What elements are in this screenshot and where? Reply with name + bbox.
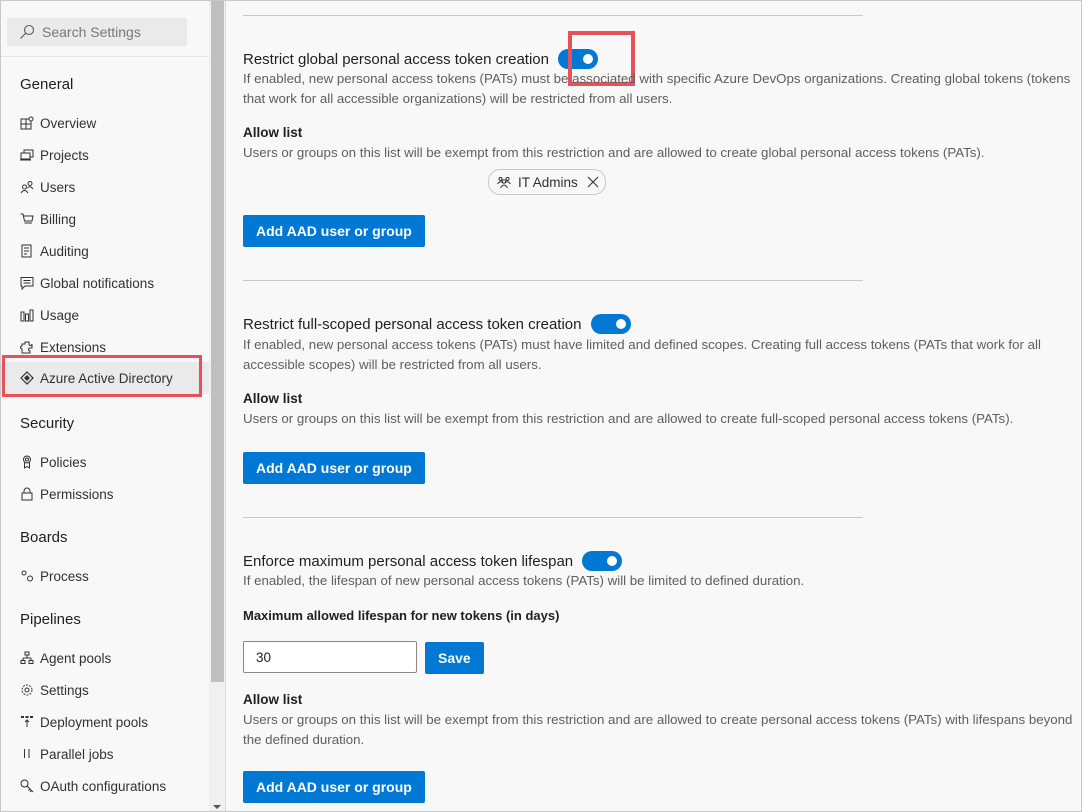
aad-icon	[19, 371, 34, 386]
extensions-icon	[19, 340, 34, 355]
sidebar-item-global-notifications[interactable]: Global notifications	[1, 267, 209, 299]
restrict-global-pat-toggle[interactable]	[558, 49, 598, 69]
allow-list-label: Allow list	[243, 391, 303, 406]
allow-list-label: Allow list	[243, 692, 303, 707]
group-icon	[497, 177, 511, 189]
sidebar-item-extensions[interactable]: Extensions	[1, 331, 209, 363]
sidebar-item-permissions[interactable]: Permissions	[1, 478, 209, 510]
section-title: Restrict global personal access token cr…	[243, 50, 549, 68]
section-description: If enabled, new personal access tokens (…	[243, 71, 1071, 106]
sidebar-item-label: Users	[40, 179, 76, 195]
sidebar-item-label: Billing	[40, 211, 77, 227]
group-general: General	[20, 76, 74, 93]
sidebar-item-label: Azure Active Directory	[40, 370, 173, 386]
sidebar-item-label: Parallel jobs	[40, 746, 114, 762]
sidebar-item-azure-active-directory[interactable]: Azure Active Directory	[1, 362, 209, 394]
usage-icon	[19, 308, 34, 323]
deployment-pools-icon	[19, 715, 34, 730]
sidebar-item-label: Permissions	[40, 486, 114, 502]
sidebar-item-auditing[interactable]: Auditing	[1, 235, 209, 267]
users-icon	[19, 180, 34, 195]
main-content: Restrict global personal access token cr…	[226, 1, 1081, 811]
group-security: Security	[20, 415, 75, 432]
sidebar-item-label: Auditing	[40, 243, 89, 259]
sidebar-item-usage[interactable]: Usage	[1, 299, 209, 331]
sidebar-item-label: Policies	[40, 454, 87, 470]
sidebar-item-parallel-jobs[interactable]: Parallel jobs	[1, 738, 209, 770]
sidebar-item-overview[interactable]: Overview	[1, 107, 209, 139]
sidebar-item-settings[interactable]: Settings	[1, 674, 209, 706]
allow-list-entry: IT Admins	[488, 169, 606, 195]
sidebar-item-process[interactable]: Process	[1, 560, 209, 592]
enforce-max-lifespan-toggle[interactable]	[582, 551, 623, 571]
section-divider	[243, 517, 863, 518]
sidebar-scrollbar[interactable]	[209, 1, 226, 811]
sidebar-item-label: Projects	[40, 147, 89, 163]
search-placeholder: Search Settings	[42, 24, 141, 40]
sidebar-item-billing[interactable]: Billing	[1, 203, 209, 235]
sidebar-item-policies[interactable]: Policies	[1, 446, 209, 478]
sidebar-item-oauth-configurations[interactable]: OAuth configurations	[1, 770, 209, 802]
restrict-full-scoped-pat-toggle[interactable]	[590, 314, 631, 334]
lifespan-days-input[interactable]	[243, 641, 417, 673]
section-restrict-full-scoped-pat: Restrict full-scoped personal access tok…	[243, 314, 631, 334]
sidebar-item-label: Global notifications	[40, 275, 155, 291]
allow-list-description: Users or groups on this list will be exe…	[243, 411, 1014, 426]
sidebar-item-label: Overview	[40, 115, 97, 131]
auditing-icon	[19, 244, 34, 259]
overview-icon	[19, 116, 34, 131]
section-divider	[243, 15, 863, 16]
key-icon	[19, 779, 34, 794]
sidebar-item-deployment-pools[interactable]: Deployment pools	[1, 706, 209, 738]
save-button[interactable]: Save	[425, 642, 484, 674]
section-description: If enabled, new personal access tokens (…	[243, 337, 1041, 372]
sidebar-item-projects[interactable]: Projects	[1, 139, 209, 171]
group-boards: Boards	[20, 529, 68, 546]
gear-icon	[19, 683, 34, 698]
cart-icon	[19, 212, 34, 227]
parallel-jobs-icon	[19, 747, 34, 762]
allow-list-entry-name: IT Admins	[518, 174, 578, 190]
search-icon	[20, 24, 35, 39]
sidebar-item-label: Usage	[40, 307, 80, 323]
remove-entry-close-icon[interactable]	[587, 176, 599, 188]
window: Search Settings General Overview Project…	[0, 0, 1082, 812]
search-divider	[1, 56, 209, 57]
projects-icon	[19, 148, 34, 163]
sidebar: Search Settings General Overview Project…	[1, 1, 209, 811]
process-icon	[19, 569, 34, 584]
section-enforce-max-pat-lifespan: Enforce maximum personal access token li…	[243, 551, 623, 571]
section-title: Restrict full-scoped personal access tok…	[243, 315, 582, 333]
add-aad-user-or-group-button[interactable]: Add AAD user or group	[243, 771, 425, 803]
sidebar-item-label: OAuth configurations	[40, 778, 167, 794]
allow-list-description: Users or groups on this list will be exe…	[243, 712, 1073, 747]
sidebar-item-users[interactable]: Users	[1, 171, 209, 203]
section-divider	[243, 280, 863, 281]
sidebar-item-label: Agent pools	[40, 650, 112, 666]
agent-pools-icon	[19, 651, 34, 666]
notification-icon	[19, 276, 34, 291]
allow-list-description: Users or groups on this list will be exe…	[243, 145, 985, 160]
sidebar-item-agent-pools[interactable]: Agent pools	[1, 642, 209, 674]
sidebar-item-label: Deployment pools	[40, 714, 149, 730]
group-pipelines: Pipelines	[20, 611, 81, 628]
section-title: Enforce maximum personal access token li…	[243, 552, 574, 570]
add-aad-user-or-group-button[interactable]: Add AAD user or group	[243, 215, 425, 247]
lifespan-label: Maximum allowed lifespan for new tokens …	[243, 608, 560, 623]
section-description: If enabled, the lifespan of new personal…	[243, 573, 805, 588]
scrollbar-thumb[interactable]	[211, 1, 224, 682]
sidebar-item-label: Settings	[40, 682, 89, 698]
lock-icon	[19, 487, 34, 502]
section-restrict-global-pat: Restrict global personal access token cr…	[243, 49, 598, 69]
search-settings-input[interactable]: Search Settings	[7, 18, 187, 46]
sidebar-item-label: Process	[40, 568, 89, 584]
policy-icon	[19, 455, 34, 470]
scroll-down-arrow-icon[interactable]	[213, 805, 221, 809]
sidebar-item-label: Extensions	[40, 339, 107, 355]
add-aad-user-or-group-button[interactable]: Add AAD user or group	[243, 452, 425, 484]
allow-list-label: Allow list	[243, 125, 303, 140]
